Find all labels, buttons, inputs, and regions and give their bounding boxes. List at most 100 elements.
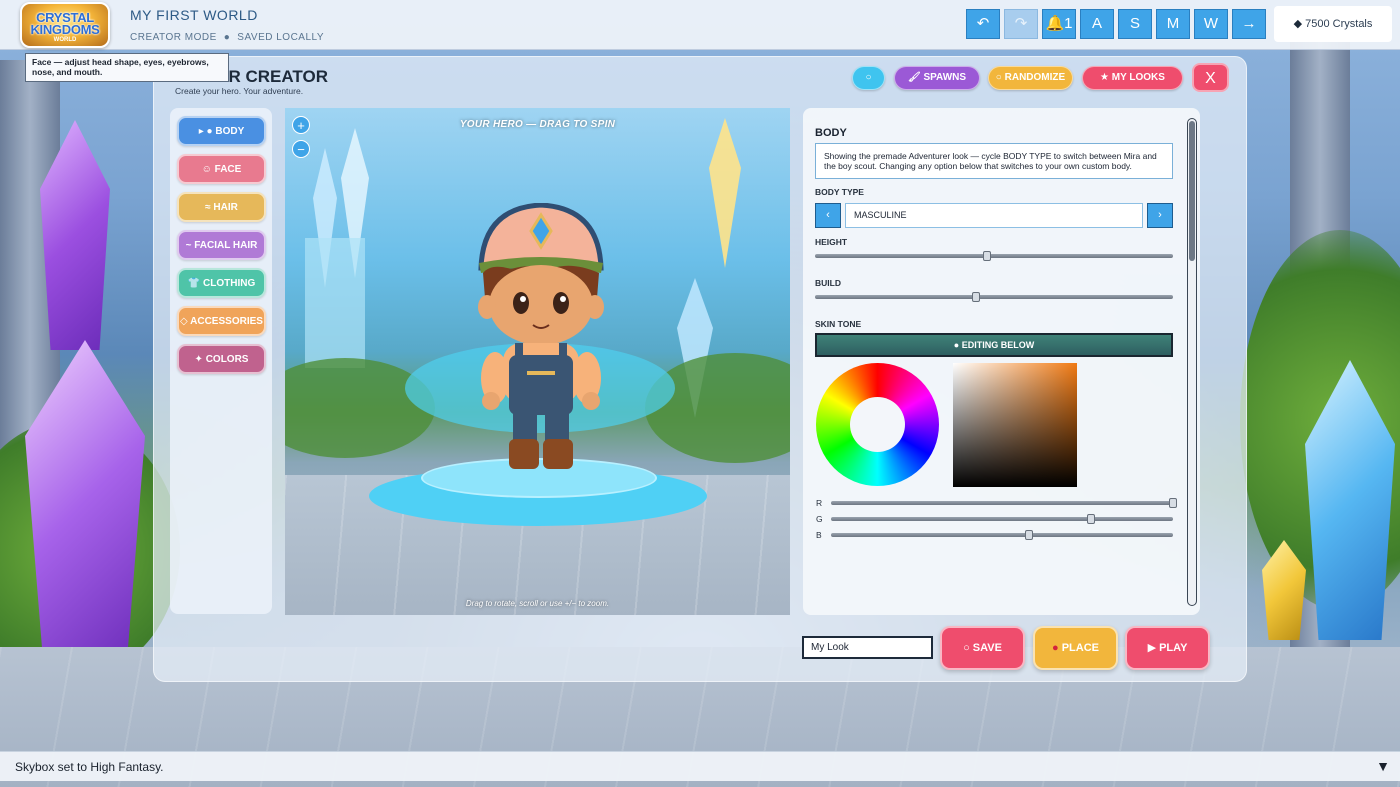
logo-text: CRYSTAL KINGDOMS	[20, 11, 110, 36]
red-slider[interactable]	[831, 498, 1177, 508]
star-icon: ★	[1100, 72, 1110, 83]
place-button[interactable]: ● PLACE	[1033, 626, 1118, 670]
category-facial-hair[interactable]: ~ FACIAL HAIR	[177, 230, 266, 260]
spawns-label: SPAWNS	[923, 72, 967, 83]
build-slider[interactable]	[815, 292, 1173, 302]
eye-right	[553, 292, 569, 314]
category-accessories[interactable]: ◇ ACCESSORIES	[177, 306, 266, 336]
body-type-next-button[interactable]: ›	[1147, 203, 1173, 228]
redo-button[interactable]: ↷	[1004, 9, 1038, 39]
height-slider[interactable]	[815, 251, 1173, 261]
notifications-button[interactable]: 🔔1	[1042, 9, 1076, 39]
height-label: HEIGHT	[815, 237, 848, 247]
crystal-balance: ◆ 7500 Crystals	[1274, 6, 1392, 42]
options-scroll-thumb[interactable]	[1189, 121, 1195, 261]
play-label: PLAY	[1159, 642, 1188, 654]
place-label: PLACE	[1061, 642, 1099, 654]
info-button[interactable]: ○	[852, 66, 885, 90]
pin-icon: ●	[1052, 642, 1059, 654]
blue-slider-thumb[interactable]	[1025, 530, 1034, 540]
redo-icon: ↷	[1014, 15, 1028, 32]
category-clothing[interactable]: 👕 CLOTHING	[177, 268, 266, 298]
play-button[interactable]: ▶ PLAY	[1125, 626, 1210, 670]
play-icon: ▶	[1147, 642, 1157, 654]
body-info-text: Showing the premade Adventurer look — cy…	[815, 143, 1173, 179]
dice-icon: ○	[995, 72, 1002, 83]
undo-icon: ↶	[976, 15, 990, 32]
section-title: BODY	[815, 127, 847, 139]
green-slider[interactable]	[831, 514, 1173, 524]
editing-below-indicator[interactable]: ● EDITING BELOW	[815, 333, 1173, 357]
my-looks-button[interactable]: ★ MY LOOKS	[1082, 66, 1183, 90]
category-colors[interactable]: ✦ COLORS	[177, 344, 266, 374]
head	[489, 265, 593, 345]
saturation-value-picker[interactable]	[953, 363, 1077, 487]
green-slider-thumb[interactable]	[1086, 514, 1095, 524]
tool-a-button[interactable]: A	[1080, 9, 1114, 39]
status-expand-icon[interactable]: ▼	[1376, 758, 1390, 774]
status-message: Skybox set to High Fantasy.	[15, 760, 164, 774]
save-label: SAVE	[972, 642, 1002, 654]
randomize-button[interactable]: ○ RANDOMIZE	[988, 66, 1073, 90]
overalls	[509, 355, 573, 415]
save-icon: ○	[963, 642, 970, 654]
panel-subtitle: Create your hero. Your adventure.	[175, 86, 304, 96]
boot-left	[509, 439, 539, 469]
green-label: G	[816, 514, 823, 524]
notification-count: 1	[1064, 15, 1073, 32]
diamond-icon: ◆	[1293, 18, 1303, 30]
crystal-count: 7500 Crystals	[1305, 18, 1373, 30]
viewport-hint: Drag to rotate, scroll or use +/− to zoo…	[465, 599, 610, 608]
options-panel	[803, 108, 1200, 615]
category-clothing-label: CLOTHING	[203, 278, 256, 289]
randomize-label: RANDOMIZE	[1004, 72, 1066, 83]
undo-button[interactable]: ↶	[966, 9, 1000, 39]
look-name-input[interactable]	[802, 636, 933, 659]
exit-arrow-button[interactable]: →	[1232, 9, 1266, 39]
arrow-right-icon: →	[1241, 15, 1257, 32]
skin-tone-label: SKIN TONE	[815, 319, 862, 329]
hero-avatar[interactable]	[471, 203, 611, 478]
zoom-out-button[interactable]: −	[292, 140, 310, 158]
save-button[interactable]: ○ SAVE	[940, 626, 1025, 670]
hue-wheel-center	[850, 397, 905, 452]
red-slider-thumb[interactable]	[1169, 498, 1177, 508]
bg-crystal-3	[709, 118, 741, 268]
leg-left	[513, 408, 537, 443]
bell-icon: 🔔	[1045, 15, 1065, 32]
tool-s-button[interactable]: S	[1118, 9, 1152, 39]
tool-m-button[interactable]: M	[1156, 9, 1190, 39]
bg-trees-right	[645, 353, 790, 463]
brush-icon: 🖌	[907, 72, 921, 83]
category-tooltip: Face — adjust head shape, eyes, eyebrows…	[25, 53, 229, 82]
blue-slider[interactable]	[831, 530, 1173, 540]
body-type-value: MASCULINE	[845, 203, 1143, 228]
options-scrollbar[interactable]	[1187, 118, 1197, 606]
shirt-icon: 👕	[187, 278, 201, 289]
spawns-button[interactable]: 🖌 SPAWNS	[894, 66, 980, 90]
build-slider-thumb[interactable]	[972, 292, 981, 302]
category-body[interactable]: ▸ ● BODY	[177, 116, 266, 146]
viewport-title: YOUR HERO — DRAG TO SPIN	[459, 119, 616, 130]
close-button[interactable]: X	[1192, 63, 1229, 92]
eye-left	[513, 292, 529, 314]
ear-left	[478, 295, 496, 319]
blue-label: B	[816, 530, 822, 540]
save-state: SAVED LOCALLY	[237, 32, 325, 43]
leg-right	[545, 408, 569, 443]
world-title: MY FIRST WORLD	[130, 7, 258, 23]
category-hair[interactable]: ≈ HAIR	[177, 192, 266, 222]
boot-right	[543, 439, 573, 469]
info-icon: ○	[865, 72, 872, 83]
tool-w-button[interactable]: W	[1194, 9, 1228, 39]
ear-right	[586, 295, 604, 319]
game-logo: CRYSTAL KINGDOMS WORLD	[20, 2, 110, 48]
red-label: R	[816, 498, 823, 508]
avatar-preview-viewport[interactable]: + − YOUR HERO — DRAG TO SPIN Drag to rot…	[285, 108, 790, 615]
waterfall	[305, 238, 365, 368]
top-bar: CRYSTAL KINGDOMS WORLD MY FIRST WORLD CR…	[0, 0, 1400, 50]
category-face[interactable]: ☺ FACE	[177, 154, 266, 184]
height-slider-thumb[interactable]	[982, 251, 991, 261]
mode-label: CREATOR MODE	[130, 32, 217, 43]
body-type-prev-button[interactable]: ‹	[815, 203, 841, 228]
